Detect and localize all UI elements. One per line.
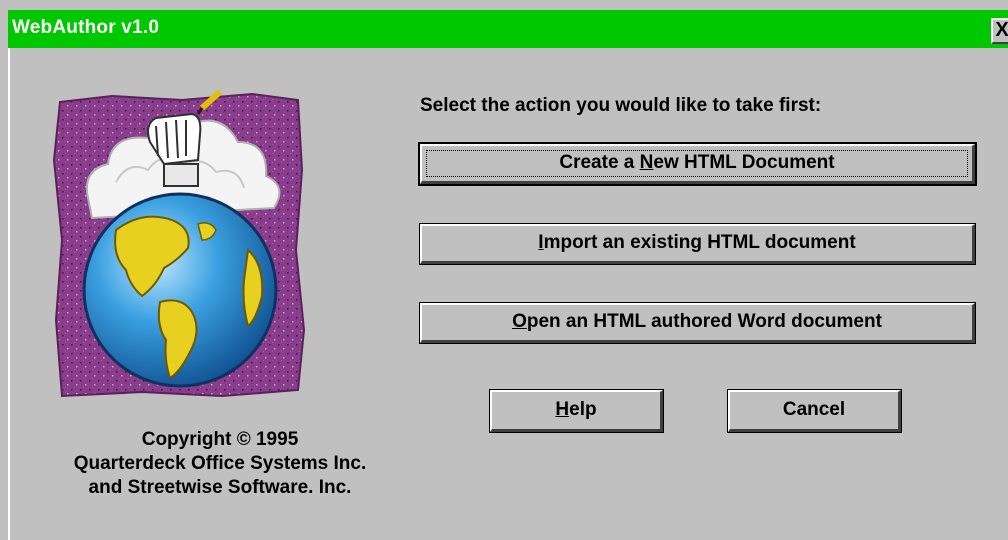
- webauthor-dialog: WebAuthor v1.0 X Copyright © 1995 Quarte…: [0, 0, 1008, 540]
- globe-with-writing-hand-icon: [52, 90, 306, 398]
- window-left-border: [8, 48, 10, 540]
- open-word-document-button[interactable]: Open an HTML authored Word document: [420, 303, 975, 343]
- focus-rectangle: [426, 150, 968, 177]
- copyright-line: Copyright © 1995: [141, 429, 299, 450]
- import-document-label: Import an existing HTML document: [538, 232, 856, 253]
- cancel-button[interactable]: Cancel: [728, 390, 901, 432]
- title-bar[interactable]: WebAuthor v1.0 X: [8, 10, 1008, 48]
- create-new-document-button[interactable]: Create a New HTML Document: [420, 144, 975, 184]
- close-button[interactable]: X: [991, 18, 1008, 44]
- help-button[interactable]: Help: [490, 390, 663, 432]
- window-title: WebAuthor v1.0: [12, 17, 160, 38]
- copyright-company-line: Quarterdeck Office Systems Inc.: [73, 453, 367, 474]
- copyright-company-line-2: and Streetwise Software. Inc.: [88, 477, 352, 498]
- open-word-document-label: Open an HTML authored Word document: [512, 311, 882, 332]
- import-document-button[interactable]: Import an existing HTML document: [420, 224, 975, 264]
- cancel-label: Cancel: [782, 399, 846, 420]
- close-icon: X: [995, 19, 1008, 41]
- action-prompt: Select the action you would like to take…: [420, 95, 822, 116]
- help-label: Help: [555, 399, 597, 420]
- copyright-notice: Copyright © 1995 Quarterdeck Office Syst…: [20, 428, 420, 500]
